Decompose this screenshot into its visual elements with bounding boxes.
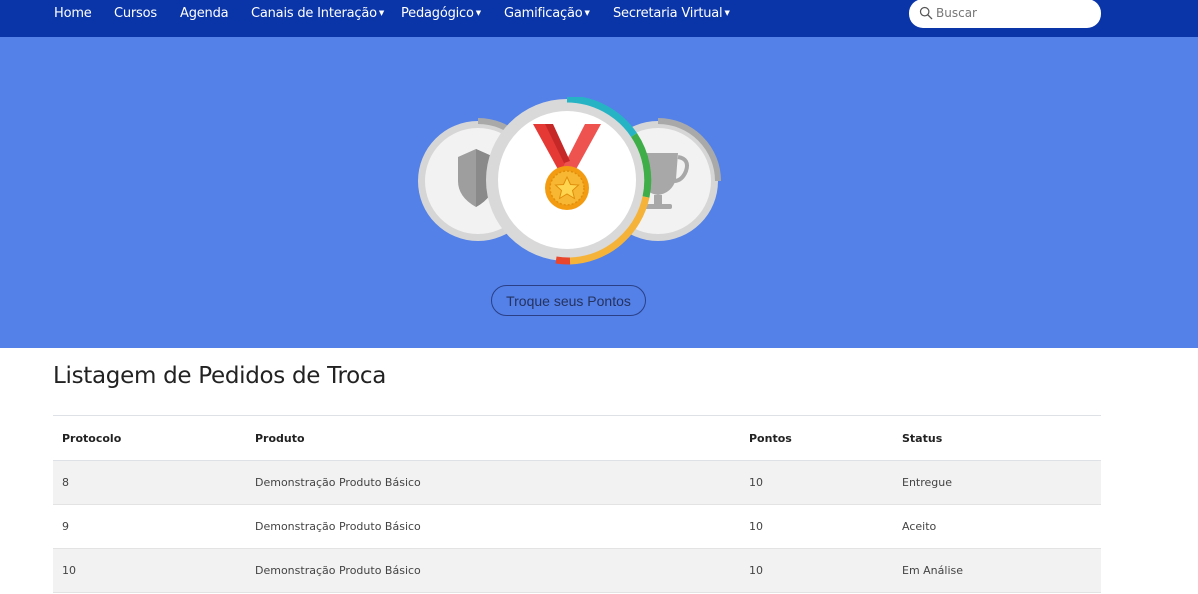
caret-down-icon: ▼ <box>378 9 385 17</box>
nav-item-label: Gamificação <box>504 6 583 21</box>
cell-status: Em Análise <box>893 548 1101 593</box>
cell-pontos: 10 <box>740 504 893 549</box>
search-box <box>909 0 1101 28</box>
nav-item-gamificacao[interactable]: Gamificação ▼ <box>504 6 590 21</box>
search-icon <box>919 6 933 20</box>
caret-down-icon: ▼ <box>475 9 481 17</box>
nav-item-label: Canais de Interação <box>251 6 377 21</box>
cell-produto: Demonstração Produto Básico <box>246 504 740 549</box>
nav-item-label: Secretaria Virtual <box>613 6 723 21</box>
nav-item-canais-de-interacao[interactable]: Canais de Interação ▼ <box>251 6 384 21</box>
table-row: 8 Demonstração Produto Básico 10 Entregu… <box>53 460 1101 505</box>
badges-illustration <box>418 97 721 265</box>
nav-item-secretaria-virtual[interactable]: Secretaria Virtual ▼ <box>613 6 730 21</box>
nav-item-label: Home <box>54 6 92 21</box>
cell-protocolo: 8 <box>53 460 246 505</box>
cell-pontos: 10 <box>740 460 893 505</box>
column-header-produto: Produto <box>246 415 740 461</box>
nav-item-label: Agenda <box>180 6 229 21</box>
medal-icon <box>486 97 652 265</box>
cell-produto: Demonstração Produto Básico <box>246 460 740 505</box>
column-header-protocolo: Protocolo <box>53 415 246 461</box>
cell-pontos: 10 <box>740 548 893 593</box>
hero-banner: Troque seus Pontos <box>0 37 1198 348</box>
trade-points-button[interactable]: Troque seus Pontos <box>491 285 646 316</box>
cell-produto: Demonstração Produto Básico <box>246 548 740 593</box>
nav-item-label: Pedagógico <box>401 6 474 21</box>
nav-item-agenda[interactable]: Agenda <box>180 6 229 21</box>
table-header-row: Protocolo Produto Pontos Status <box>53 415 1101 461</box>
nav-item-cursos[interactable]: Cursos <box>114 6 157 21</box>
nav-item-label: Cursos <box>114 6 157 21</box>
caret-down-icon: ▼ <box>724 9 730 17</box>
cell-status: Entregue <box>893 460 1101 505</box>
top-navbar: Home Cursos Agenda Canais de Interação ▼ … <box>0 0 1198 37</box>
cell-protocolo: 9 <box>53 504 246 549</box>
page-title: Listagem de Pedidos de Troca <box>53 363 387 389</box>
nav-item-pedagogico[interactable]: Pedagógico ▼ <box>401 6 481 21</box>
orders-table: Protocolo Produto Pontos Status 8 Demons… <box>53 415 1101 593</box>
table-row: 10 Demonstração Produto Básico 10 Em Aná… <box>53 548 1101 593</box>
cell-status: Aceito <box>893 504 1101 549</box>
column-header-status: Status <box>893 415 1101 461</box>
table-row: 9 Demonstração Produto Básico 10 Aceito <box>53 504 1101 549</box>
column-header-pontos: Pontos <box>740 415 893 461</box>
search-input[interactable] <box>936 4 1086 22</box>
caret-down-icon: ▼ <box>584 9 590 17</box>
nav-item-home[interactable]: Home <box>54 6 92 21</box>
cell-protocolo: 10 <box>53 548 246 593</box>
